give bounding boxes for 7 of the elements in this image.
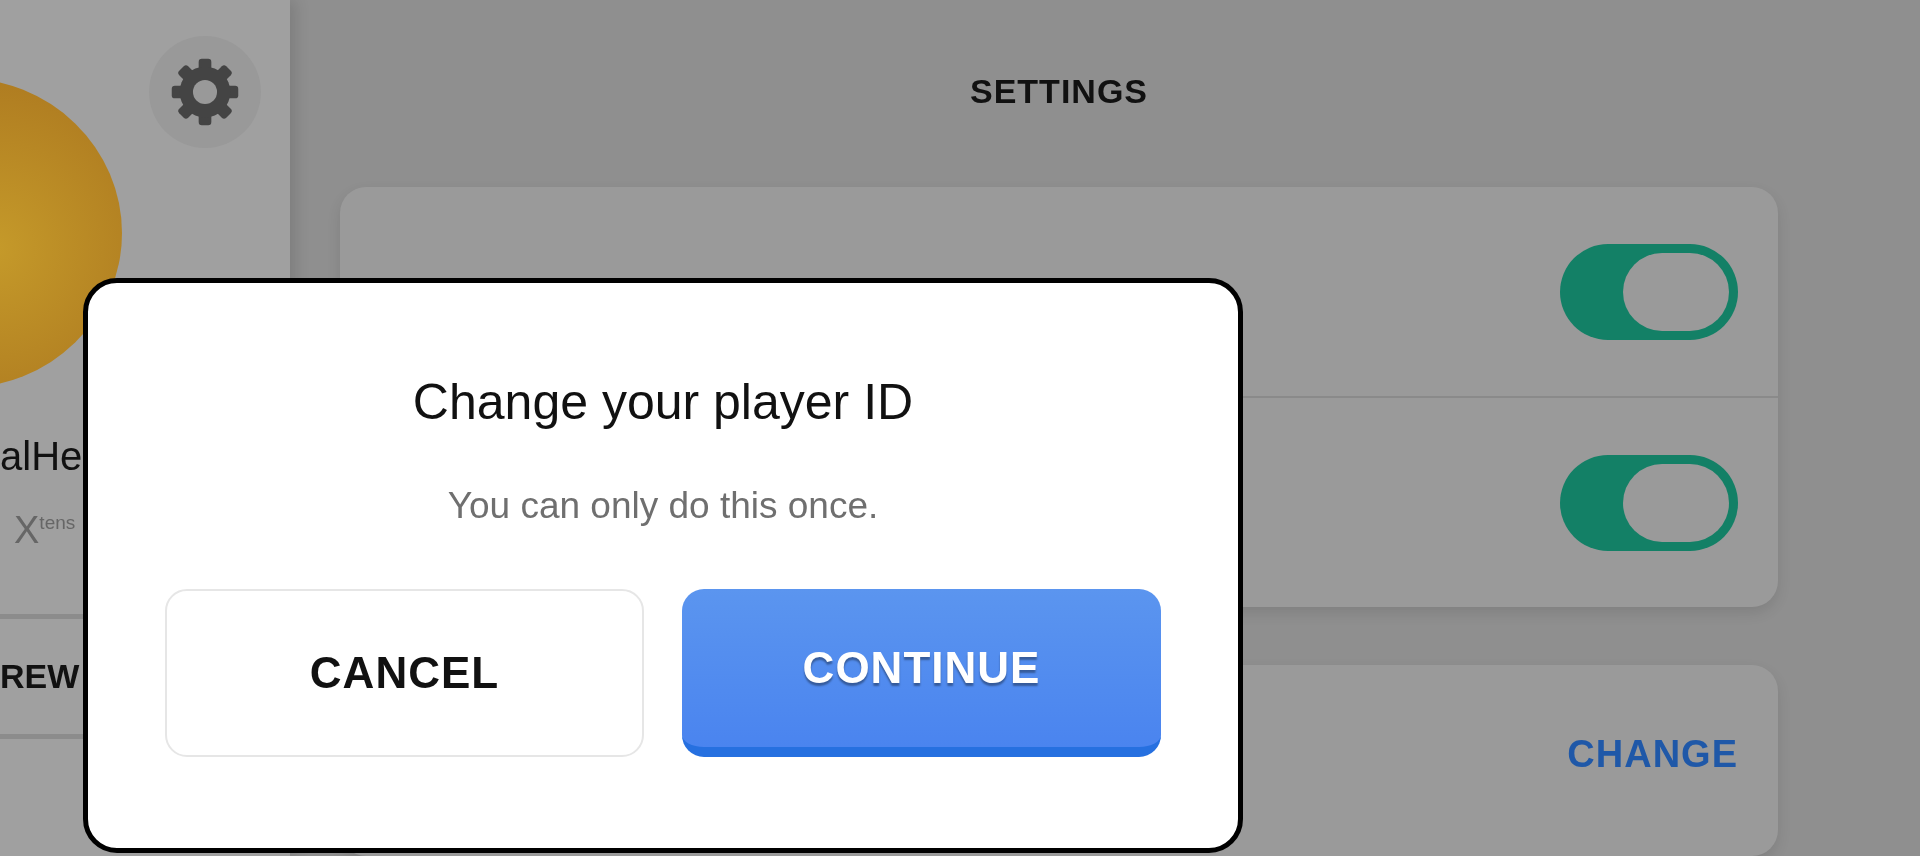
player-name: alHe <box>0 434 83 479</box>
section-title[interactable]: REW <box>0 657 80 696</box>
dialog-title: Change your player ID <box>412 373 914 431</box>
page-title: SETTINGS <box>969 72 1149 111</box>
cancel-button[interactable]: CANCEL <box>165 589 644 757</box>
club-name: X$^{tens}$ <box>14 509 76 552</box>
dialog-message: You can only do this once. <box>447 485 879 527</box>
